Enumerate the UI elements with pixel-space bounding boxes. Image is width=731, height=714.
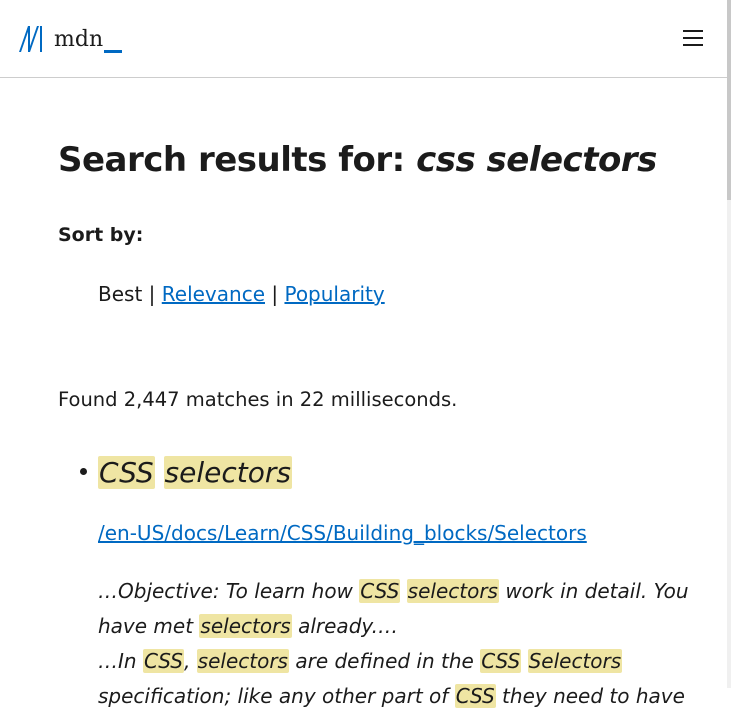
excerpt-line: have met selectors already.… <box>98 609 698 644</box>
result-title-link[interactable]: CSS selectors <box>98 456 292 489</box>
hamburger-icon <box>683 30 703 32</box>
excerpt-text: …Objective: To learn how <box>98 579 360 603</box>
hamburger-icon-bar <box>683 37 703 39</box>
excerpt-text: , <box>183 649 197 673</box>
results-count: Found 2,447 matches in 22 milliseconds. <box>58 388 458 411</box>
sort-separator: | <box>148 282 156 306</box>
excerpt-line: …In CSS, selectors are defined in the CS… <box>98 644 698 679</box>
highlight: selectors <box>196 649 289 673</box>
scrollbar-thumb[interactable] <box>727 0 731 200</box>
highlight: Selectors <box>527 649 623 673</box>
highlight: selectors <box>406 579 499 603</box>
sort-best: Best <box>98 282 143 306</box>
highlight: selectors <box>163 456 292 489</box>
title-prefix: Search results for: <box>58 140 417 180</box>
excerpt-text: already.… <box>291 614 399 638</box>
sort-label: Sort by: <box>58 224 144 246</box>
page-scrollbar[interactable] <box>727 0 731 688</box>
mdn-logo-icon: mdn <box>19 26 122 53</box>
highlight: selectors <box>199 614 292 638</box>
top-navigation-bar: mdn <box>0 0 727 78</box>
excerpt-text: …In <box>98 649 143 673</box>
hamburger-icon-bar <box>683 44 703 46</box>
excerpt-text: have met <box>98 614 200 638</box>
sort-relevance-link[interactable]: Relevance <box>162 282 265 306</box>
excerpt-line: …Objective: To learn how CSS selectors w… <box>98 574 698 609</box>
highlight: CSS <box>142 649 184 673</box>
svg-text:mdn: mdn <box>54 27 103 52</box>
excerpt-text: are defined in the <box>288 649 481 673</box>
highlight: CSS <box>359 579 401 603</box>
sort-options: Best | Relevance | Popularity <box>98 282 385 306</box>
mdn-logo[interactable]: mdn <box>18 24 124 56</box>
excerpt-text: work in detail. You <box>498 579 689 603</box>
menu-button[interactable] <box>680 27 706 49</box>
page-title: Search results for: css selectors <box>58 140 657 180</box>
highlight: CSS <box>98 456 155 489</box>
result-url-link[interactable]: /en-US/docs/Learn/CSS/Building_blocks/Se… <box>98 521 587 545</box>
list-bullet <box>80 468 87 475</box>
excerpt-line: specification; like any other part of CS… <box>98 679 698 714</box>
highlight: CSS <box>480 649 522 673</box>
result-excerpt: …Objective: To learn how CSS selectors w… <box>98 574 698 714</box>
search-query: css selectors <box>416 140 657 180</box>
sort-separator: | <box>271 282 279 306</box>
sort-popularity-link[interactable]: Popularity <box>284 282 384 306</box>
